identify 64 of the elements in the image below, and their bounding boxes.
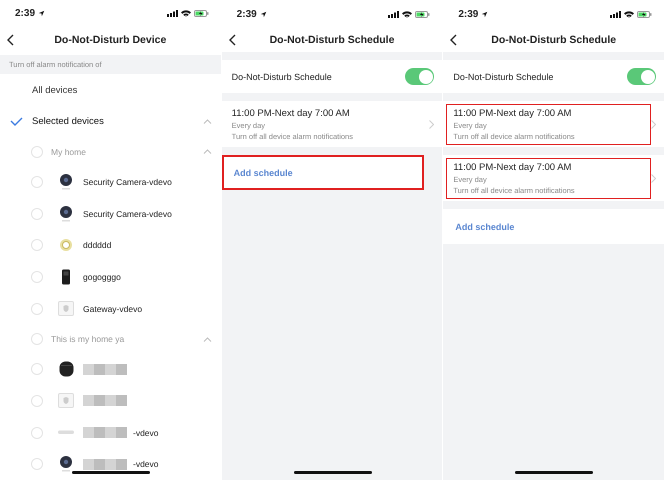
option-label[interactable]: Selected devices <box>32 116 104 128</box>
back-icon[interactable] <box>228 34 236 46</box>
location-arrow-icon <box>481 10 488 18</box>
add-schedule-button[interactable]: Add schedule <box>222 155 424 190</box>
checkbox[interactable] <box>31 176 43 188</box>
back-icon[interactable] <box>450 34 458 46</box>
screen-title: Do-Not-Disturb Device <box>54 34 166 46</box>
add-schedule-button[interactable]: Add schedule <box>443 209 664 244</box>
home-name: My home <box>51 146 86 157</box>
chevron-right-icon <box>651 120 656 128</box>
battery-icon <box>415 10 430 18</box>
chevron-right-icon <box>429 120 434 128</box>
signal-icon <box>388 10 400 18</box>
toggle-switch[interactable] <box>627 68 656 85</box>
camera-icon <box>59 206 73 222</box>
hub-icon <box>58 430 74 436</box>
signal-icon <box>166 10 178 18</box>
status-time: 2:39 <box>15 8 36 20</box>
wifi-icon <box>624 10 634 18</box>
checkbox[interactable] <box>31 426 43 439</box>
location-arrow-icon <box>38 10 46 18</box>
toggle-label: Do-Not-Disturb Schedule <box>453 72 554 82</box>
checkbox[interactable] <box>31 458 43 470</box>
checkbox[interactable] <box>31 302 43 315</box>
device-name: -vdevo <box>133 459 159 470</box>
doorbell-icon <box>61 269 71 286</box>
device-name: dddddd <box>83 240 112 250</box>
camera-icon <box>59 456 73 472</box>
toggle-label: Do-Not-Disturb Schedule <box>232 72 333 82</box>
speaker-icon <box>58 361 74 378</box>
camera-icon <box>59 174 73 190</box>
checkbox[interactable] <box>31 394 43 407</box>
home-name: This is my home ya <box>51 334 124 344</box>
device-name: Gateway-vdevo <box>83 304 142 314</box>
screen-title: Do-Not-Disturb Schedule <box>270 34 394 46</box>
status-time: 2:39 <box>458 8 478 20</box>
screen-title: Do-Not-Disturb Schedule <box>491 34 616 46</box>
checkbox[interactable] <box>31 146 43 158</box>
chevron-icon[interactable] <box>202 119 212 124</box>
chevron-icon[interactable] <box>202 336 212 342</box>
checkbox[interactable] <box>31 239 43 252</box>
device-name: Security Camera-vdevo <box>83 177 172 188</box>
chevron-right-icon <box>651 174 656 182</box>
status-time: 2:39 <box>236 8 257 20</box>
battery-icon <box>637 10 652 18</box>
device-name: Security Camera-vdevo <box>83 208 172 219</box>
checkbox[interactable] <box>31 208 43 220</box>
checkbox[interactable] <box>31 363 43 376</box>
checkbox[interactable] <box>31 333 43 345</box>
signal-icon <box>610 10 622 18</box>
sensor-icon <box>59 238 73 252</box>
gateway-icon <box>58 392 74 409</box>
device-name: gogogggo <box>83 272 121 282</box>
back-icon[interactable] <box>7 34 14 46</box>
chevron-icon[interactable] <box>202 149 212 154</box>
location-arrow-icon <box>260 10 267 18</box>
battery-icon <box>194 10 209 18</box>
option-label[interactable]: All devices <box>32 84 78 96</box>
toggle-switch[interactable] <box>405 68 434 85</box>
wifi-icon <box>180 10 191 18</box>
wifi-icon <box>402 10 412 18</box>
device-name: -vdevo <box>133 428 159 438</box>
gateway-icon <box>58 300 74 317</box>
checkbox[interactable] <box>31 271 43 284</box>
